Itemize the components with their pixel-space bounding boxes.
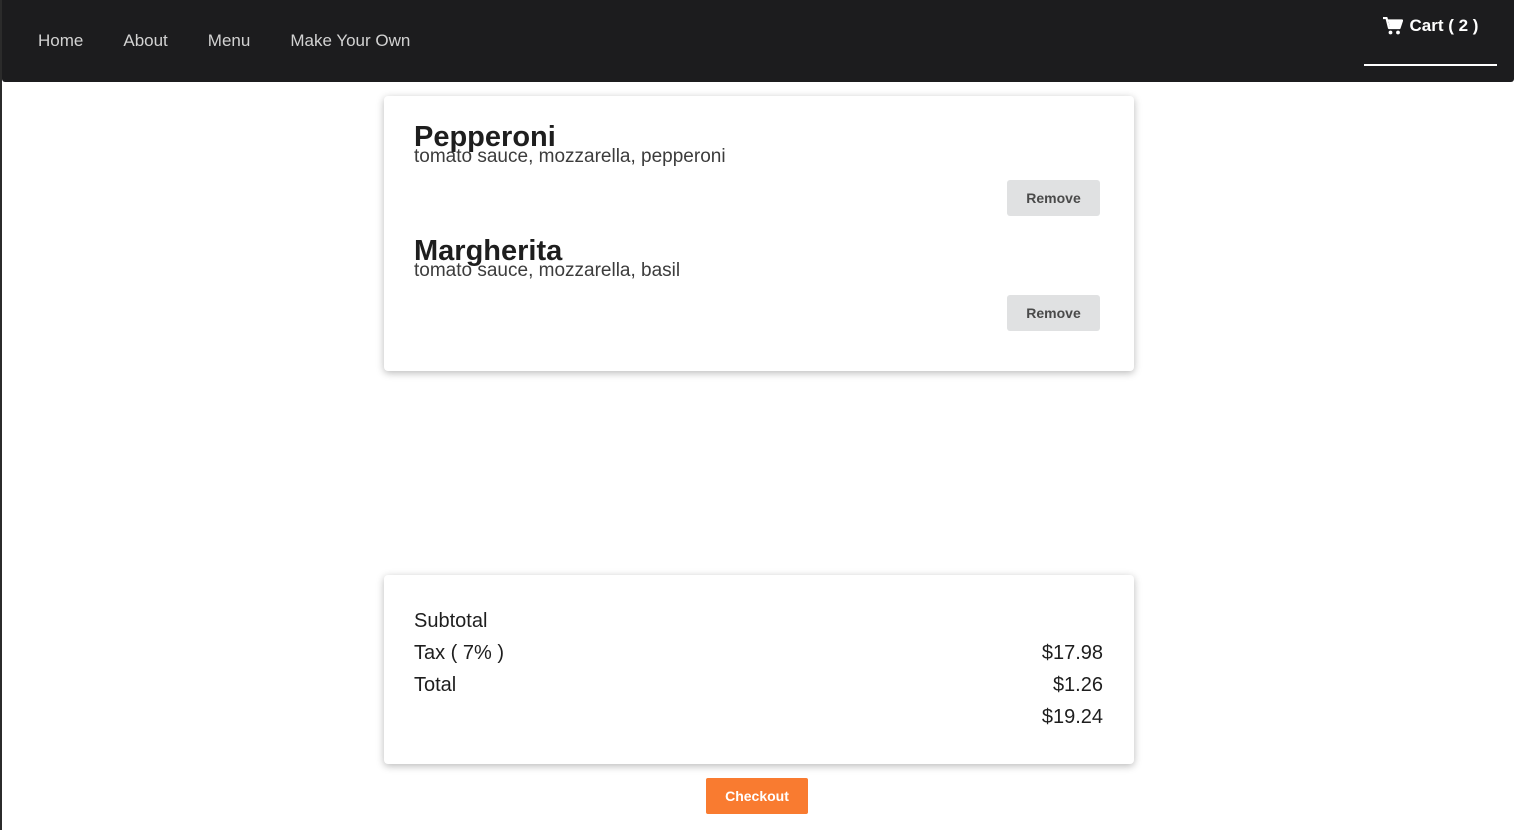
remove-pepperoni-button[interactable]: Remove [1007,180,1100,216]
item-description: tomato sauce, mozzarella, basil [414,260,681,281]
total-value: $19.24 [1041,706,1103,728]
summary-labels: Subtotal Tax ( 7% ) Total [414,605,504,701]
total-label: Total [414,674,457,696]
checkout-button[interactable]: Checkout [706,778,808,814]
summary-values: $17.98 $1.26 $19.24 [1042,637,1103,733]
cart-items-card: Pepperoni tomato sauce, mozzarella, pepp… [384,96,1134,371]
order-summary-card: Subtotal Tax ( 7% ) Total $17.98 $1.26 $… [384,575,1134,764]
cart-label: Cart ( 2 ) [1409,16,1479,35]
tax-label: Tax ( 7% ) [414,642,505,664]
top-navbar: Home About Menu Make Your Own Cart ( 2 ) [2,0,1514,82]
shopping-cart-icon [1382,16,1403,35]
cart-item: Margherita tomato sauce, mozzarella, bas… [414,236,1104,281]
remove-margherita-button[interactable]: Remove [1007,295,1100,331]
item-description: tomato sauce, mozzarella, pepperoni [414,146,726,167]
nav-link-make-your-own[interactable]: Make Your Own [290,31,410,51]
subtotal-label: Subtotal [414,610,488,632]
nav-link-about[interactable]: About [123,31,167,51]
nav-link-home[interactable]: Home [38,31,83,51]
tax-value: $1.26 [1052,674,1103,696]
subtotal-value: $17.98 [1041,642,1103,664]
cart-item: Pepperoni tomato sauce, mozzarella, pepp… [414,122,1104,167]
window-edge [0,0,2,830]
nav-link-menu[interactable]: Menu [208,31,251,51]
cart-link[interactable]: Cart ( 2 ) [1364,0,1497,66]
nav-links: Home About Menu Make Your Own [38,31,450,51]
